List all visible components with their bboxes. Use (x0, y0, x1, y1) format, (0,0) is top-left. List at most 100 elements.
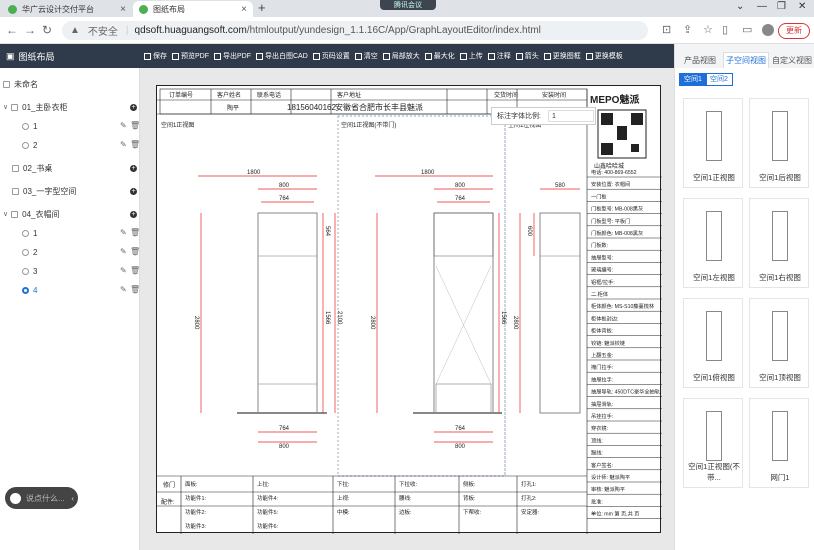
back-icon[interactable]: ← (6, 23, 18, 37)
add-icon[interactable]: + (130, 104, 137, 111)
toolbar-button[interactable]: 最大化 (424, 51, 455, 61)
bookmark-icon[interactable]: ☆ (703, 23, 713, 36)
close-icon[interactable]: × (241, 4, 247, 15)
add-icon[interactable]: + (130, 211, 137, 218)
delete-icon[interactable]: 🗑 (130, 266, 140, 275)
edit-icon[interactable]: ✎ (120, 228, 127, 237)
view-thumbnail[interactable]: 空间1右视图 (749, 198, 809, 288)
avatar[interactable] (762, 24, 774, 36)
tree-item-label: 02_书桌 (23, 163, 53, 173)
view-thumbnail[interactable]: 空间1俯视图 (683, 298, 743, 388)
tab-subspace-view[interactable]: 子空间视图 (723, 52, 769, 68)
toolbar-button[interactable]: 更换图框 (543, 51, 581, 61)
toolbar-button-label: 保存 (153, 53, 167, 60)
tab-custom-view[interactable]: 自定义视图 (769, 52, 814, 68)
checkbox[interactable] (11, 103, 19, 111)
update-button[interactable]: 更新 (778, 23, 810, 39)
toolbar-button-label: 更换图框 (552, 53, 581, 60)
share-icon[interactable]: ⇪ (683, 23, 692, 36)
checkbox[interactable] (12, 187, 19, 195)
toolbar-button[interactable]: 导出白图CAD (256, 51, 308, 61)
toolbar-button[interactable]: 局部放大 (382, 51, 420, 61)
browser-tab-active[interactable]: 图纸布局 × (133, 1, 253, 17)
forward-icon[interactable]: → (24, 23, 36, 37)
edit-icon[interactable]: ✎ (120, 121, 127, 130)
tree-group[interactable]: ∨ 04_衣帽间 (3, 207, 143, 221)
minimize-icon[interactable]: — (757, 1, 767, 12)
add-icon[interactable]: + (130, 165, 137, 172)
view-thumbnail-label: 空间1正视图(不带... (688, 462, 740, 482)
toolbar-button[interactable]: 页码设置 (312, 51, 350, 61)
checkbox[interactable] (11, 210, 19, 218)
radio[interactable] (22, 248, 29, 256)
tab-product-view[interactable]: 产品视图 (677, 52, 723, 68)
browser-tab[interactable]: 华广云设计交付平台 × (2, 1, 132, 17)
view-thumbnail[interactable]: 空间1后视图 (749, 98, 809, 188)
delete-icon[interactable]: 🗑 (130, 228, 140, 237)
edit-icon[interactable]: ✎ (120, 285, 127, 294)
checkbox[interactable] (3, 80, 10, 88)
translate-icon[interactable]: ⊡ (662, 23, 671, 36)
info-row: 铝框/拉手: (591, 278, 615, 286)
tree-group[interactable]: ∨ 01_主卧衣柜 (3, 100, 143, 114)
divider: | (125, 25, 129, 36)
restore-icon[interactable]: ❐ (777, 1, 786, 12)
radio[interactable] (22, 267, 29, 275)
font-scale-input[interactable]: 1 (547, 110, 594, 122)
tree-item[interactable]: 未命名 (3, 77, 143, 91)
security-label: 不安全 (87, 27, 118, 38)
view-thumbnail[interactable]: 网门1 (749, 398, 809, 488)
view-thumbnail[interactable]: 空间1正视图(不带... (683, 398, 743, 488)
chat-widget[interactable]: 说点什么... ‹ (5, 487, 78, 509)
radio[interactable] (22, 229, 29, 237)
view-thumbnail[interactable]: 空间1顶视图 (749, 298, 809, 388)
chevron-down-icon[interactable]: ∨ (3, 103, 8, 111)
view-thumbnail[interactable]: 空间1左视图 (683, 198, 743, 288)
reload-icon[interactable]: ↻ (42, 23, 52, 37)
view-thumbnail[interactable]: 空间1正视图 (683, 98, 743, 188)
toolbar-button[interactable]: 上传 (459, 51, 483, 61)
radio-selected[interactable] (22, 286, 29, 294)
delete-icon[interactable]: 🗑 (130, 140, 140, 149)
tool-icon (585, 52, 593, 60)
toolbar-button[interactable]: 导出PDF (214, 51, 251, 61)
space-button-1[interactable]: 空间1 (679, 73, 707, 86)
add-icon[interactable]: + (130, 188, 137, 195)
drawing-canvas[interactable]: 订单编号 客户姓名 联系电话 客户地址 交货时间 安装时间 陶平 1815604… (140, 68, 674, 550)
toolbar-button[interactable]: 箭头 (515, 51, 539, 61)
space-button-2[interactable]: 空间2 (705, 73, 733, 86)
chevron-down-icon[interactable]: ⌄ (736, 1, 744, 12)
delete-icon[interactable]: 🗑 (130, 121, 140, 130)
toolbar-button[interactable]: 清空 (354, 51, 378, 61)
left-panel: 未命名 ∨ 01_主卧衣柜 + 1 ✎ 🗑 2 ✎ 🗑 02_书桌 + 03_一字型空… (0, 68, 140, 550)
delete-icon[interactable]: 🗑 (130, 247, 140, 256)
collapse-icon[interactable]: ‹ (71, 494, 74, 503)
edit-icon[interactable]: ✎ (120, 266, 127, 275)
url-field[interactable]: ▲ 不安全 | qdsoft.huaguangsoft.com/htmloutput/… (62, 21, 648, 40)
extension-icon[interactable]: ▭ (742, 23, 752, 36)
chevron-down-icon[interactable]: ∨ (3, 210, 8, 218)
toolbar-button[interactable]: 保存 (144, 51, 167, 61)
toolbar-button[interactable]: 注释 (487, 51, 511, 61)
radio[interactable] (22, 122, 29, 130)
checkbox[interactable] (12, 164, 19, 172)
footer-cell: 侧板: (463, 480, 476, 488)
toolbar-button[interactable]: 更换模板 (585, 51, 623, 61)
radio[interactable] (22, 141, 29, 149)
footer-cell: 边板: (399, 508, 412, 516)
info-panel: 电话: 400-869-6552安装位置: 衣帽间一门板门板型号: MB-008… (587, 168, 662, 519)
dimension-label: 1566 (324, 311, 330, 325)
close-icon[interactable]: × (120, 4, 126, 15)
view-thumbnail-label: 网门1 (770, 473, 790, 482)
new-tab-button[interactable]: + (258, 0, 266, 15)
info-row: 柜体背板: (591, 327, 613, 335)
close-window-icon[interactable]: ✕ (798, 1, 806, 12)
tree-item-label: 未命名 (14, 79, 38, 89)
edit-icon[interactable]: ✎ (120, 247, 127, 256)
sidebar-icon[interactable]: ▯ (722, 23, 728, 36)
tree-item-label: 4 (33, 285, 38, 295)
dimension-label: 800 (279, 444, 290, 450)
delete-icon[interactable]: 🗑 (130, 285, 140, 294)
toolbar-button[interactable]: 预览PDF (172, 51, 209, 61)
edit-icon[interactable]: ✎ (120, 140, 127, 149)
